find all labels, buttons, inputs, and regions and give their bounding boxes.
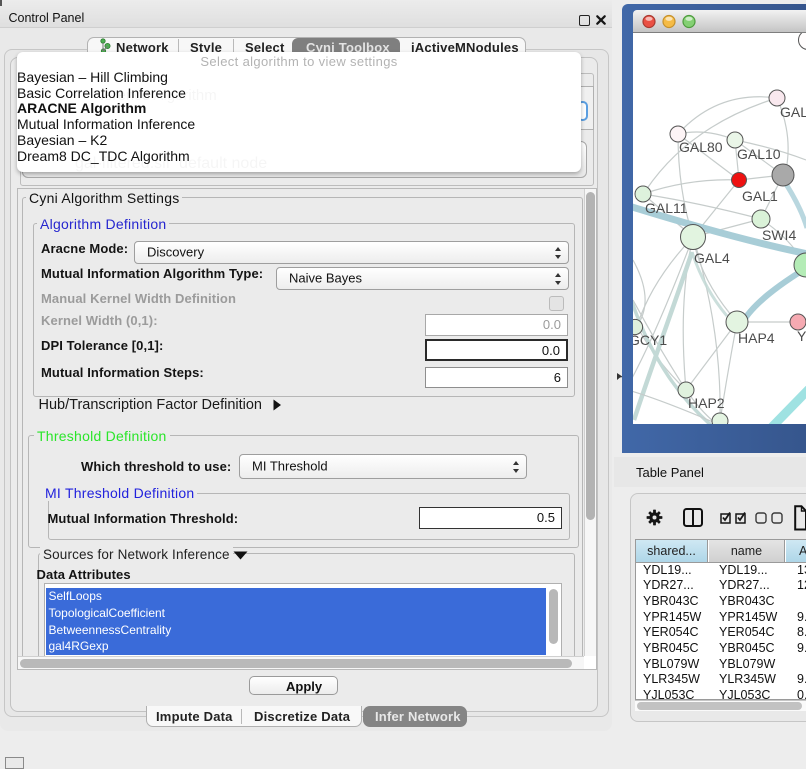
- svg-text:GAL10: GAL10: [737, 146, 781, 162]
- svg-text:GAL: GAL: [780, 104, 806, 120]
- svg-text:GAL4: GAL4: [694, 250, 730, 266]
- svg-text:GAL1: GAL1: [742, 188, 778, 204]
- svg-text:HAP2: HAP2: [688, 395, 725, 411]
- svg-text:Y: Y: [797, 328, 806, 344]
- svg-text:GAL80: GAL80: [679, 139, 723, 155]
- svg-text:GAL11: GAL11: [645, 200, 688, 216]
- svg-text:GCY1: GCY1: [633, 332, 667, 348]
- svg-text:SWI4: SWI4: [762, 227, 796, 243]
- svg-text:HAP4: HAP4: [738, 330, 775, 346]
